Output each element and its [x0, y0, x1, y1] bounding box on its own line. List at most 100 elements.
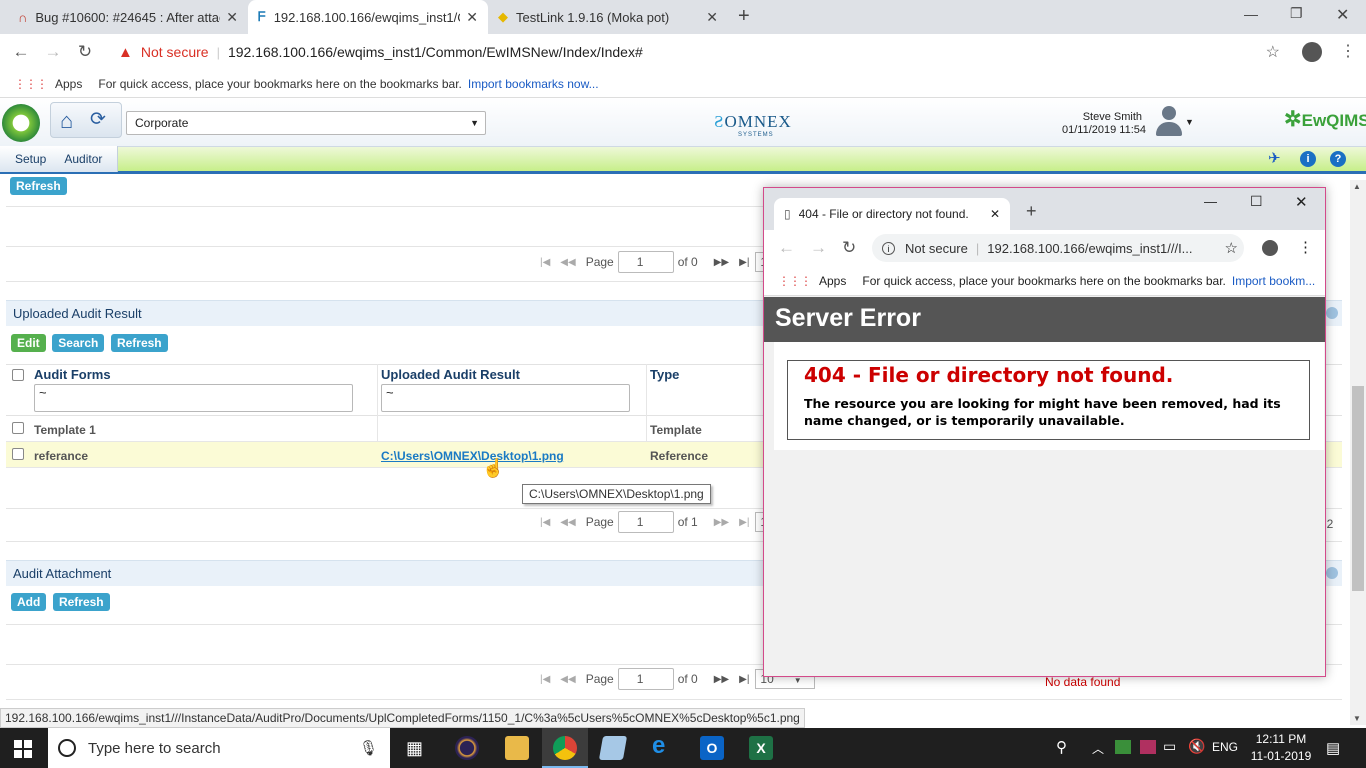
page-scrollbar[interactable]: ▲ ▼ [1350, 180, 1366, 725]
menu-kebab-icon[interactable]: ⋮ [1340, 41, 1356, 61]
close-icon[interactable]: ✕ [990, 207, 1000, 221]
minimize-icon[interactable]: — [1244, 6, 1258, 22]
browser-tab-ewqims[interactable]: ᖴ 192.168.100.166/ewqims_inst1/C ✕ [248, 0, 488, 34]
apps-link[interactable]: Apps [55, 77, 82, 91]
window-close-icon[interactable]: ✕ [1336, 5, 1349, 25]
forward-icon[interactable]: → [810, 238, 827, 258]
col-uploaded-result[interactable]: Uploaded Audit Result [381, 367, 520, 382]
language-indicator[interactable]: ENG [1212, 740, 1238, 754]
clock-time[interactable]: 12:11 PM [1246, 732, 1316, 746]
show-hidden-icons[interactable]: ︿ [1092, 740, 1104, 757]
popup-address-bar[interactable]: i Not secure | 192.168.100.166/ewqims_in… [872, 234, 1244, 262]
new-tab-icon[interactable]: + [1026, 201, 1037, 222]
star-icon[interactable]: ☆ [1266, 42, 1280, 62]
collapse-icon[interactable] [1326, 567, 1338, 579]
menu-setup[interactable]: Setup [15, 152, 46, 166]
chrome-icon[interactable] [553, 736, 577, 760]
network-icon[interactable]: ▭ [1163, 738, 1176, 755]
microphone-icon[interactable]: 🎙 [359, 739, 378, 757]
back-icon[interactable]: ← [10, 41, 32, 63]
windows-start-icon[interactable] [14, 740, 32, 758]
maximize-icon[interactable]: ☐ [1250, 193, 1263, 210]
omnex-gear-logo-icon[interactable] [2, 104, 40, 142]
search-button[interactable]: Search [52, 334, 105, 352]
apps-link[interactable]: Apps [819, 274, 846, 288]
first-page-icon[interactable]: |◀ [540, 674, 550, 685]
select-all-checkbox[interactable] [12, 369, 24, 381]
apps-grid-icon[interactable]: ⋮⋮⋮ [778, 274, 812, 288]
next-page-icon[interactable]: ▶▶ [714, 257, 729, 268]
filter-uploaded-result[interactable]: ~ [381, 384, 630, 412]
pin-icon[interactable]: ✈ [1268, 149, 1281, 167]
notepad-icon[interactable] [598, 736, 628, 760]
last-page-icon[interactable]: ▶| [739, 257, 749, 268]
browser-tab-bug[interactable]: ∩ Bug #10600: #24645 : After attac ✕ [8, 0, 248, 34]
file-explorer-icon[interactable] [505, 736, 529, 760]
first-page-icon[interactable]: |◀ [540, 257, 550, 268]
info-icon[interactable]: i [1300, 151, 1316, 167]
col-audit-forms[interactable]: Audit Forms [34, 367, 111, 382]
home-icon[interactable]: ⌂ [60, 108, 73, 134]
prev-page-icon[interactable]: ◀◀ [560, 257, 575, 268]
help-icon[interactable]: ? [1330, 151, 1346, 167]
last-page-icon[interactable]: ▶| [739, 517, 749, 528]
task-view-icon[interactable]: ▦ [406, 738, 423, 759]
row-checkbox[interactable] [12, 448, 24, 460]
browser-tab-testlink[interactable]: ◆ TestLink 1.9.16 (Moka pot) ✕ [488, 0, 728, 34]
url-text[interactable]: 192.168.100.166/ewqims_inst1/Common/EwIM… [228, 44, 643, 60]
taskbar-search[interactable]: Type here to search 🎙 [48, 728, 390, 768]
menu-kebab-icon[interactable]: ⋮ [1298, 238, 1313, 256]
eclipse-icon[interactable] [455, 736, 479, 760]
profile-icon[interactable] [1302, 42, 1322, 62]
user-avatar-icon[interactable] [1156, 106, 1182, 136]
star-icon[interactable]: ☆ [1225, 239, 1238, 257]
collapse-icon[interactable] [1326, 307, 1338, 319]
tray-app-icon[interactable] [1115, 740, 1131, 754]
col-type[interactable]: Type [650, 367, 679, 382]
add-button[interactable]: Add [11, 593, 47, 611]
apps-grid-icon[interactable]: ⋮⋮⋮ [14, 77, 48, 91]
edit-button[interactable]: Edit [11, 334, 46, 352]
last-page-icon[interactable]: ▶| [739, 674, 749, 685]
tray-app2-icon[interactable] [1140, 740, 1156, 754]
menu-auditor[interactable]: Auditor [64, 152, 102, 166]
profile-icon[interactable] [1262, 240, 1278, 256]
address-bar[interactable]: ▲ Not secure | 192.168.100.166/ewqims_in… [108, 38, 1288, 66]
prev-page-icon[interactable]: ◀◀ [560, 517, 575, 528]
org-select[interactable]: Corporate ▼ [126, 111, 486, 135]
new-tab-icon[interactable]: + [738, 5, 750, 28]
reload-icon[interactable]: ↻ [74, 41, 96, 63]
prev-page-icon[interactable]: ◀◀ [560, 674, 575, 685]
close-icon[interactable]: ✕ [226, 9, 238, 26]
popup-tab[interactable]: ▯ 404 - File or directory not found. ✕ [774, 198, 1010, 230]
refresh-icon[interactable]: ⟳ [90, 108, 106, 131]
next-page-icon[interactable]: ▶▶ [714, 674, 729, 685]
import-bookmarks-link[interactable]: Import bookmarks now... [468, 77, 599, 91]
restore-icon[interactable]: ❐ [1290, 5, 1303, 22]
reload-icon[interactable]: ↻ [842, 238, 856, 258]
back-icon[interactable]: ← [778, 238, 795, 258]
minimize-icon[interactable]: — [1204, 194, 1217, 209]
notifications-icon[interactable]: ▤ [1326, 739, 1340, 757]
outlook-icon[interactable]: O [700, 736, 724, 760]
window-close-icon[interactable]: ✕ [1295, 193, 1308, 211]
page-input[interactable]: 1 [617, 668, 674, 690]
forward-icon[interactable]: → [42, 41, 64, 63]
clock-date[interactable]: 11-01-2019 [1246, 749, 1316, 763]
page-input[interactable]: 1 [617, 511, 674, 533]
page-input[interactable]: 1 [617, 251, 674, 273]
close-icon[interactable]: ✕ [466, 9, 478, 26]
refresh-button[interactable]: Refresh [52, 593, 110, 611]
refresh-button[interactable]: Refresh [110, 334, 168, 352]
filter-audit-forms[interactable]: ~ [34, 384, 353, 412]
people-icon[interactable]: ⚲ [1056, 738, 1067, 756]
user-dropdown-icon[interactable]: ▼ [1185, 117, 1194, 127]
popup-url[interactable]: 192.168.100.166/ewqims_inst1///I... [987, 241, 1192, 256]
row-checkbox[interactable] [12, 422, 24, 434]
uploaded-file-link[interactable]: C:\Users\OMNEX\Desktop\1.png [381, 449, 564, 463]
volume-muted-icon[interactable]: 🔇 [1188, 738, 1205, 755]
top-refresh-button[interactable]: Refresh [10, 177, 67, 195]
next-page-icon[interactable]: ▶▶ [714, 517, 729, 528]
import-bookmarks-link[interactable]: Import bookm... [1232, 274, 1315, 288]
edge-icon[interactable]: e [652, 732, 665, 760]
